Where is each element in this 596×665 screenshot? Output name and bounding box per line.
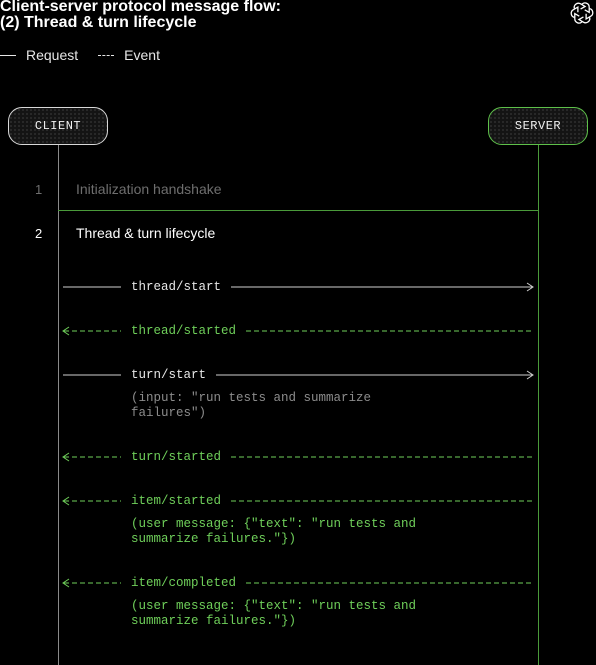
request-arrow	[63, 370, 534, 380]
request-arrow	[63, 282, 534, 292]
message-item-started: item/started	[0, 493, 596, 509]
title-line-2: (2) Thread & turn lifecycle	[0, 14, 197, 31]
client-participant: CLIENT	[8, 107, 108, 145]
message-name: turn/started	[131, 450, 222, 464]
message-turn-started: turn/started	[0, 449, 596, 465]
message-name: item/started	[131, 494, 222, 508]
event-arrow	[62, 496, 533, 506]
server-participant: SERVER	[488, 107, 588, 145]
message-thread-started: thread/started	[0, 323, 596, 339]
step-2-number: 2	[35, 226, 43, 241]
dashed-line-swatch	[98, 54, 115, 56]
event-arrow	[62, 452, 533, 462]
turn-start-detail: (input: "run tests and summarize failure…	[131, 391, 372, 420]
step-2-label: Thread & turn lifecycle	[76, 225, 216, 241]
step-1-label: Initialization handshake	[76, 181, 222, 197]
event-arrow	[62, 326, 533, 336]
step-divider	[58, 210, 539, 211]
step-1-number: 1	[35, 182, 43, 197]
message-name: thread/started	[131, 324, 237, 338]
message-name: item/completed	[131, 576, 237, 590]
message-turn-start: turn/start	[0, 367, 596, 383]
event-arrow	[62, 578, 533, 588]
legend-event: Event	[98, 47, 160, 63]
legend-request-label: Request	[26, 47, 79, 63]
openai-logo-icon	[570, 2, 594, 24]
legend: Request Event	[0, 47, 180, 63]
message-item-completed: item/completed	[0, 575, 596, 591]
diagram-title: Client-server protocol message flow: (2)…	[0, 0, 281, 31]
title-line-1: Client-server protocol message flow:	[0, 0, 281, 15]
message-name: turn/start	[131, 368, 207, 382]
message-name: thread/start	[131, 280, 222, 294]
message-thread-start: thread/start	[0, 279, 596, 295]
item-completed-detail: (user message: {"text": "run tests and s…	[131, 599, 417, 628]
item-started-detail: (user message: {"text": "run tests and s…	[131, 517, 417, 546]
legend-event-label: Event	[124, 47, 160, 63]
legend-request: Request	[0, 47, 78, 63]
solid-line-swatch	[0, 54, 16, 56]
